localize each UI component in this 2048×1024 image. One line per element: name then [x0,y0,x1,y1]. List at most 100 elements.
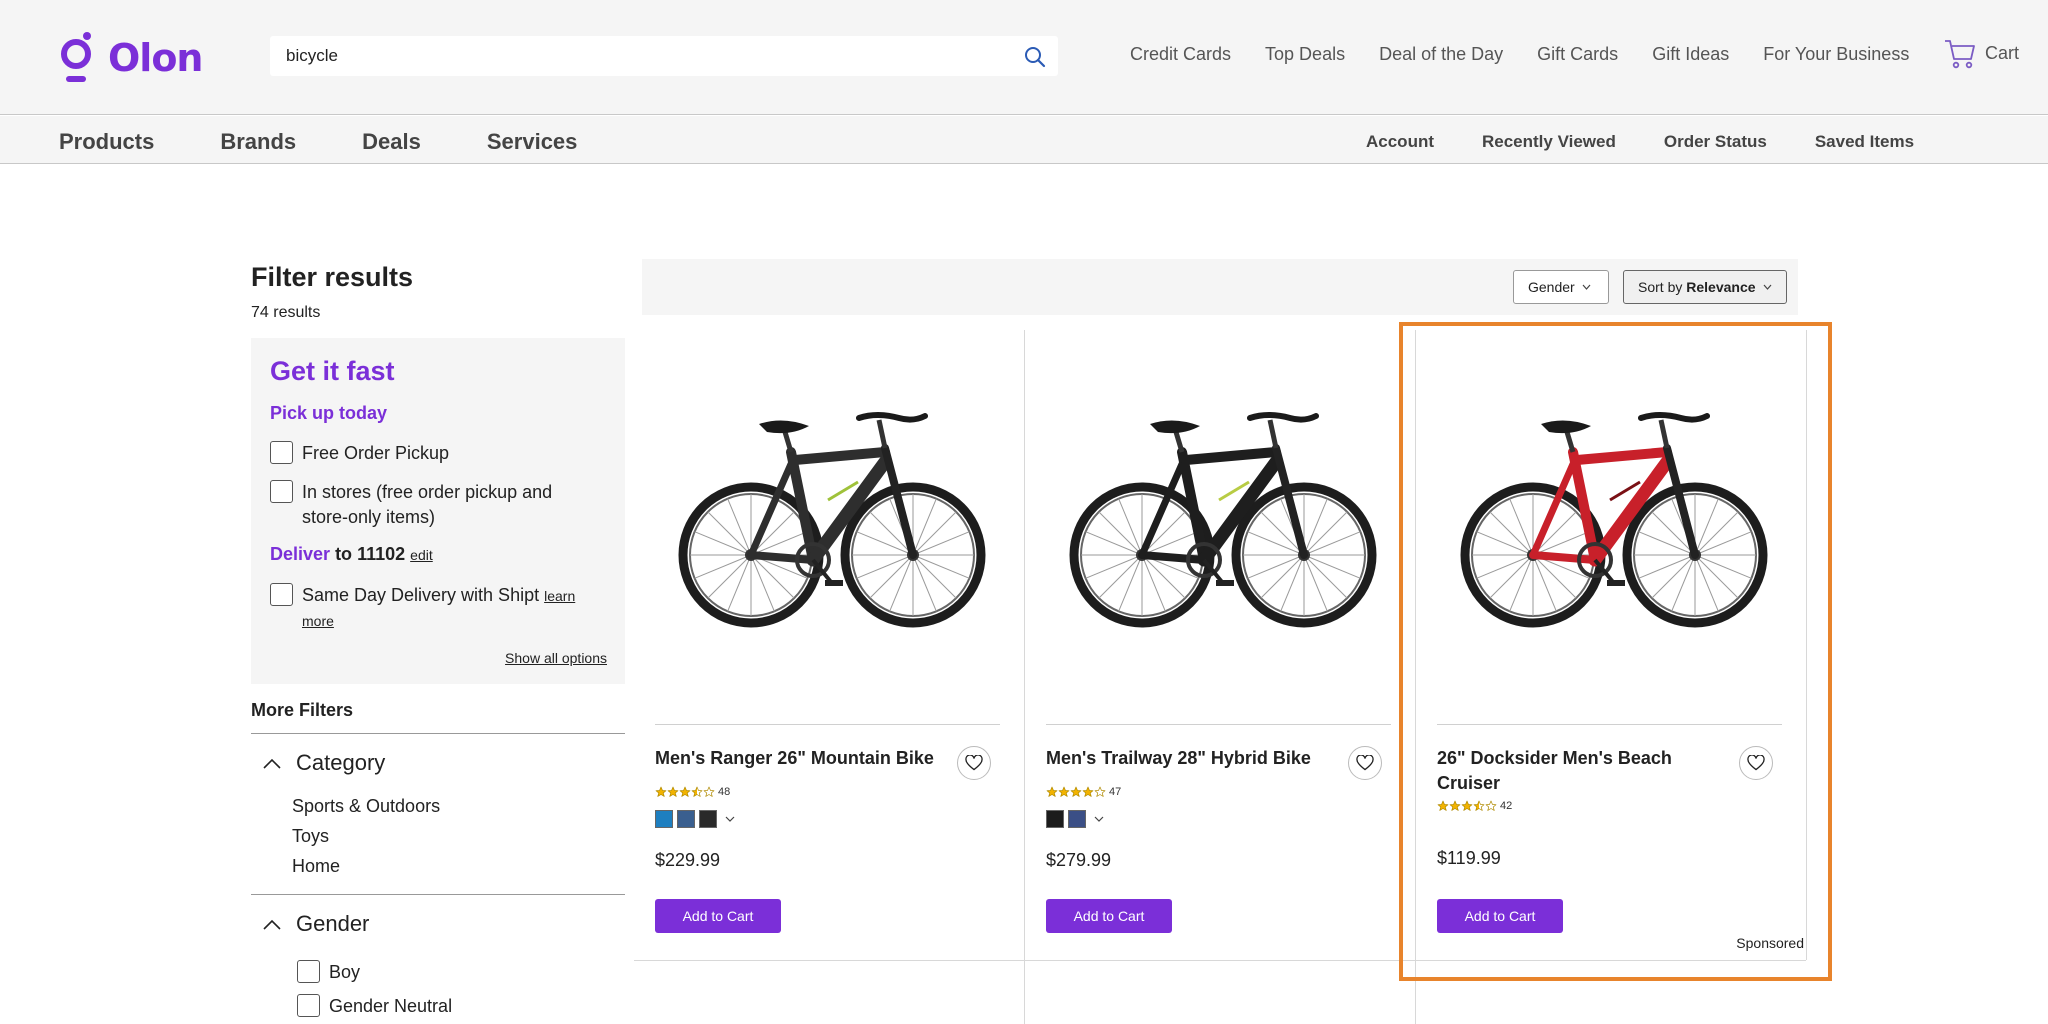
divider [251,894,625,895]
star-icon [1046,786,1058,797]
same-day-checkbox[interactable] [270,583,293,606]
chevron-down-icon[interactable] [1094,816,1104,823]
in-stores-option: In stores (free order pickup and store-o… [270,480,552,530]
product-image[interactable] [655,330,1000,690]
top-link-gift-cards[interactable]: Gift Cards [1537,44,1618,65]
gender-neutral-option: Gender Neutral [297,994,452,1019]
gender-neutral-checkbox[interactable] [297,994,320,1017]
star-icon [1058,786,1070,797]
results-toolbar: Gender Sort by Relevance [642,259,1798,315]
top-link-for-your-business[interactable]: For Your Business [1763,44,1909,65]
show-all-options-link[interactable]: Show all options [505,650,607,666]
search-icon [1025,47,1046,68]
bicycle-image [678,412,985,628]
sort-value: Relevance [1686,279,1756,295]
top-header: Olon Credit Cards Top Deals Deal of the … [0,0,2048,115]
free-pickup-label: Free Order Pickup [302,443,450,463]
gender-boy-label: Boy [329,962,361,982]
product-card: Men's Ranger 26" Mountain Bike 48 $229.9… [655,330,1000,960]
star-icon [655,786,667,797]
nav-saved-items[interactable]: Saved Items [1815,132,1914,152]
color-swatch-1[interactable] [1068,810,1086,828]
star-icon [1070,786,1082,797]
star-icon [1082,786,1094,797]
heart-icon [1747,755,1765,771]
card-divider [1046,724,1391,725]
nav-order-status[interactable]: Order Status [1664,132,1767,152]
product-price: $119.99 [1437,848,1501,868]
sort-dropdown[interactable]: Sort by Relevance [1623,270,1787,304]
top-link-credit-cards[interactable]: Credit Cards [1130,44,1231,65]
grid-divider [1806,330,1807,960]
same-day-label: Same Day Delivery with Shipt learn more [302,585,576,629]
gender-dropdown[interactable]: Gender [1513,270,1609,304]
favorite-button[interactable] [1348,746,1382,780]
product-image[interactable] [1437,330,1782,690]
free-pickup-checkbox[interactable] [270,441,293,464]
gender-facet-toggle[interactable]: Gender [262,911,369,937]
product-price: $279.99 [1046,850,1112,870]
learn-more-link-cont[interactable]: more [302,613,334,629]
gender-boy-option: Boy [297,960,360,985]
top-link-top-deals[interactable]: Top Deals [1265,44,1345,65]
nav-recently-viewed[interactable]: Recently Viewed [1482,132,1616,152]
color-swatches [1046,810,1104,828]
review-count: 47 [1109,786,1122,798]
learn-more-link[interactable]: learn [544,588,575,604]
star-icon [1473,800,1485,811]
product-image[interactable] [1046,330,1391,690]
color-swatch-1[interactable] [677,810,695,828]
product-title[interactable]: 26" Docksider Men's Beach Cruiser [1437,746,1727,796]
product-title[interactable]: Men's Ranger 26" Mountain Bike [655,746,945,771]
nav-services[interactable]: Services [487,129,578,155]
chevron-down-icon [1582,284,1591,290]
product-card: Men's Trailway 28" Hybrid Bike 47 $279.9… [1046,330,1391,960]
review-count: 48 [718,786,731,798]
search-button[interactable] [1020,42,1050,72]
gender-facet-label: Gender [296,911,370,936]
nav-products[interactable]: Products [59,129,154,155]
filter-title: Filter results [251,262,414,292]
star-icon [667,786,679,797]
category-facet-toggle[interactable]: Category [262,750,385,776]
add-to-cart-button[interactable]: Add to Cart [655,899,781,933]
add-to-cart-button[interactable]: Add to Cart [1046,899,1172,933]
favorite-button[interactable] [957,746,991,780]
top-link-deal-of-the-day[interactable]: Deal of the Day [1379,44,1503,65]
top-link-gift-ideas[interactable]: Gift Ideas [1652,44,1729,65]
star-icon [1485,800,1497,811]
star-icon [691,786,703,797]
gender-boy-checkbox[interactable] [297,960,320,983]
brand-name: Olon [108,36,203,80]
brand-logo[interactable]: Olon [58,32,203,84]
nav-deals[interactable]: Deals [362,129,421,155]
zip-code: 11102 [357,544,406,564]
grid-divider [1415,330,1416,1024]
heart-icon [1356,755,1374,771]
favorite-button[interactable] [1739,746,1773,780]
color-swatch-0[interactable] [655,810,673,828]
in-stores-label: In stores (free order pickup and store-o… [302,482,553,527]
add-to-cart-button[interactable]: Add to Cart [1437,899,1563,933]
star-icon [1449,800,1461,811]
cart-icon [1945,40,1975,69]
product-card: 26" Docksider Men's Beach Cruiser 42 $11… [1437,330,1804,960]
edit-zip-link[interactable]: edit [410,547,433,563]
product-rating: 48 [655,786,730,798]
nav-brands[interactable]: Brands [220,129,296,155]
in-stores-checkbox[interactable] [270,480,293,503]
search-input[interactable] [286,36,986,76]
category-home[interactable]: Home [292,856,340,877]
product-rating: 47 [1046,786,1121,798]
category-toys[interactable]: Toys [292,826,329,847]
nav-account[interactable]: Account [1366,132,1434,152]
card-divider [655,724,1000,725]
product-title[interactable]: Men's Trailway 28" Hybrid Bike [1046,746,1336,771]
account-nav: Account Recently Viewed Order Status Sav… [1366,132,1962,152]
more-filters-heading: More Filters [251,700,354,720]
cart-button[interactable]: Cart [1943,36,2019,70]
color-swatch-0[interactable] [1046,810,1064,828]
category-sports-outdoors[interactable]: Sports & Outdoors [292,796,440,817]
color-swatch-2[interactable] [699,810,717,828]
chevron-down-icon[interactable] [725,816,735,823]
